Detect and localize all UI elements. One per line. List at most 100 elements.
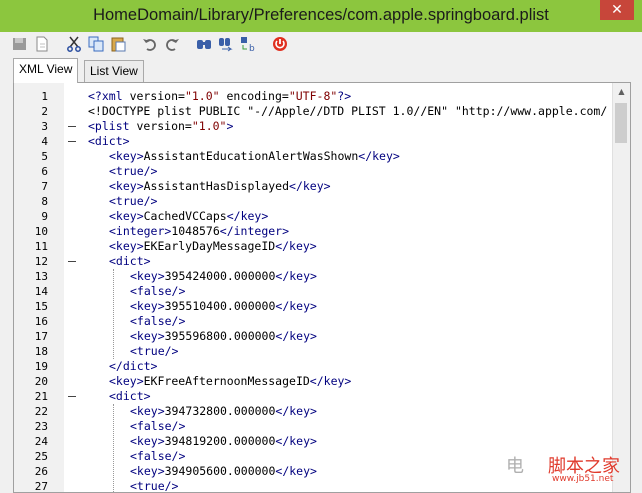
xml-tag: </key> [275, 464, 317, 478]
scroll-thumb[interactable] [615, 103, 627, 143]
close-icon[interactable]: ✕ [611, 2, 623, 18]
text-content: EKEarlyDayMessageID [143, 239, 276, 253]
xml-tag: </key> [275, 269, 317, 283]
find-next-icon[interactable] [218, 36, 234, 52]
code-line[interactable]: <key>394732800.000000</key> [86, 404, 630, 419]
code-line[interactable]: <key>395424000.000000</key> [86, 269, 630, 284]
fold-toggle-icon[interactable] [68, 396, 76, 397]
watermark: 电 脚本之家 www.jb51.net [498, 450, 640, 488]
code-line[interactable]: <false/> [86, 314, 630, 329]
line-number: 7 [41, 180, 48, 193]
code-line[interactable]: <integer>1048576</integer> [86, 224, 630, 239]
line-number: 16 [34, 315, 48, 328]
code-line[interactable]: <key>395510400.000000</key> [86, 299, 630, 314]
attribute-value: "UTF-8" [288, 89, 338, 103]
line-number: 3 [41, 120, 48, 133]
title-bar: HomeDomain/Library/Preferences/com.apple… [0, 0, 642, 32]
code-line[interactable]: <dict> [86, 389, 630, 404]
indent-guide [113, 404, 114, 492]
line-number: 26 [34, 465, 48, 478]
line-number: 1 [41, 90, 48, 103]
line-number: 25 [34, 450, 48, 463]
watermark-logo: 电 [506, 456, 524, 477]
undo-icon[interactable] [142, 36, 158, 52]
xml-tag: <dict> [88, 134, 130, 148]
text-content: 394732800.000000 [164, 404, 276, 418]
code-line[interactable]: <!DOCTYPE plist PUBLIC "-//Apple//DTD PL… [86, 104, 630, 119]
code-line[interactable]: <key>EKFreeAfternoonMessageID</key> [86, 374, 630, 389]
xml-tag: <? [88, 89, 102, 103]
redo-icon[interactable] [164, 36, 180, 52]
paste-icon[interactable] [110, 36, 126, 52]
xml-tag: </key> [275, 299, 317, 313]
fold-toggle-icon[interactable] [68, 261, 76, 262]
code-line[interactable]: <key>AssistantHasDisplayed</key> [86, 179, 630, 194]
xml-tag: </key> [226, 209, 269, 223]
fold-toggle-icon[interactable] [68, 141, 76, 142]
text-content: 395510400.000000 [164, 299, 276, 313]
xml-tag: xml [101, 89, 123, 103]
code-line[interactable]: <dict> [86, 254, 630, 269]
text-content: version= [129, 119, 192, 133]
replace-icon[interactable]: b [240, 36, 256, 52]
xml-tag: <false/> [130, 284, 186, 298]
cut-icon[interactable] [66, 36, 82, 52]
xml-tag: <false/> [130, 419, 186, 433]
line-number: 10 [34, 225, 48, 238]
code-line[interactable]: <true/> [86, 344, 630, 359]
text-content: 394905600.000000 [164, 464, 276, 478]
xml-tag: </key> [309, 374, 352, 388]
code-line[interactable]: <key>394819200.000000</key> [86, 434, 630, 449]
view-tabs: XML View List View [0, 58, 642, 83]
line-number: 21 [34, 390, 48, 403]
save-icon[interactable] [12, 36, 28, 52]
vertical-scrollbar[interactable]: ▲ [612, 83, 630, 492]
code-line[interactable]: <key>CachedVCCaps</key> [86, 209, 630, 224]
line-number: 6 [41, 165, 48, 178]
scroll-up-icon[interactable]: ▲ [613, 83, 630, 100]
line-number: 8 [41, 195, 48, 208]
line-number: 14 [34, 285, 48, 298]
code-line[interactable]: </dict> [86, 359, 630, 374]
code-area[interactable]: <?xml version="1.0" encoding="UTF-8"?> <!… [86, 83, 630, 492]
xml-editor[interactable]: <?xml version="1.0" encoding="UTF-8"?> <!… [13, 82, 631, 493]
xml-tag: <dict> [109, 389, 151, 403]
text-content: version= [122, 89, 185, 103]
tab-list-view-label: List View [90, 64, 138, 78]
code-line[interactable]: <true/> [86, 164, 630, 179]
xml-tag: <key> [130, 269, 165, 283]
text-content: 395596800.000000 [164, 329, 276, 343]
xml-tag: ?> [337, 89, 352, 103]
tab-xml-view[interactable]: XML View [13, 58, 79, 83]
line-number: 17 [34, 330, 48, 343]
xml-tag: </key> [275, 329, 317, 343]
code-line[interactable]: <key>EKEarlyDayMessageID</key> [86, 239, 630, 254]
code-line[interactable]: <dict> [86, 134, 630, 149]
xml-tag: <true/> [109, 194, 158, 208]
line-number: 2 [41, 105, 48, 118]
code-line[interactable]: <true/> [86, 194, 630, 209]
code-line[interactable]: <false/> [86, 419, 630, 434]
tab-xml-view-label: XML View [19, 62, 73, 76]
text-content: 395424000.000000 [164, 269, 276, 283]
text-content: 1048576 [171, 224, 220, 238]
code-line[interactable]: <false/> [86, 284, 630, 299]
xml-tag: </integer> [219, 224, 290, 238]
xml-tag: <key> [109, 209, 144, 223]
power-icon[interactable] [272, 36, 288, 52]
code-line[interactable]: <key>395596800.000000</key> [86, 329, 630, 344]
find-icon[interactable] [196, 36, 212, 52]
close-button[interactable]: ✕ [600, 0, 634, 20]
copy-icon[interactable] [88, 36, 104, 52]
code-line[interactable]: <plist version="1.0"> [86, 119, 630, 134]
xml-tag: <key> [130, 464, 165, 478]
xml-tag: <key> [130, 329, 165, 343]
xml-tag: <plist [88, 119, 130, 133]
fold-toggle-icon[interactable] [68, 126, 76, 127]
new-document-icon[interactable] [34, 36, 50, 52]
text-content: 394819200.000000 [164, 434, 276, 448]
code-line[interactable]: <?xml version="1.0" encoding="UTF-8"?> [86, 89, 630, 104]
xml-tag: </key> [358, 149, 400, 163]
code-line[interactable]: <key>AssistantEducationAlertWasShown</ke… [86, 149, 630, 164]
tab-list-view[interactable]: List View [84, 60, 144, 82]
